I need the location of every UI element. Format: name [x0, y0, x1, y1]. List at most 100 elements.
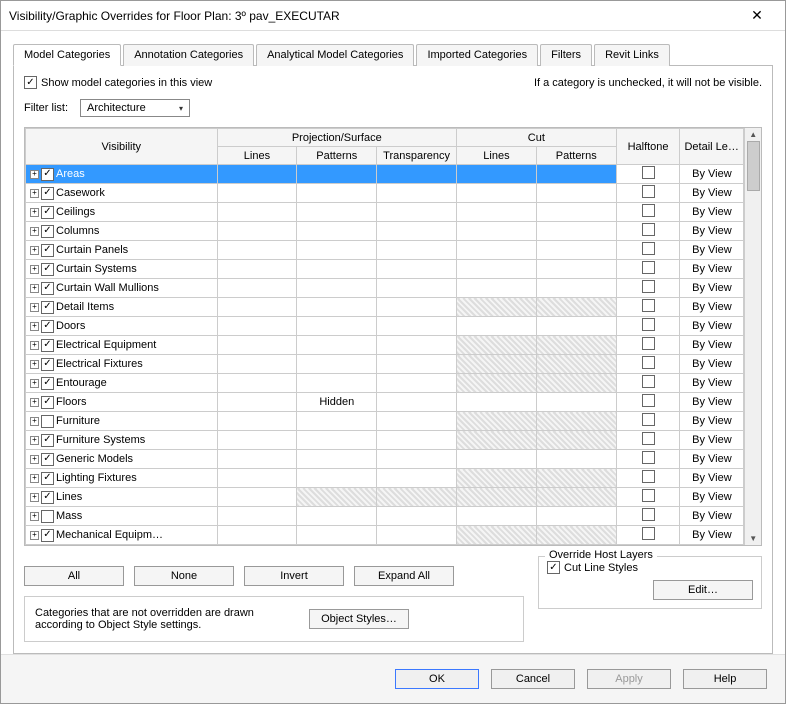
halftone-checkbox[interactable] — [642, 280, 655, 293]
visibility-cell[interactable]: +Furniture — [26, 412, 218, 431]
detail-level-cell[interactable]: By View — [680, 203, 744, 222]
detail-level-cell[interactable]: By View — [680, 450, 744, 469]
visibility-checkbox[interactable] — [41, 491, 54, 504]
transparency-cell[interactable] — [377, 507, 457, 526]
cut-patterns-cell[interactable] — [536, 279, 616, 298]
table-row[interactable]: +ColumnsBy View — [26, 222, 744, 241]
table-row[interactable]: +Curtain Wall MullionsBy View — [26, 279, 744, 298]
table-row[interactable]: +LinesBy View — [26, 488, 744, 507]
cut-lines-cell[interactable] — [457, 165, 537, 184]
proj-lines-cell[interactable] — [217, 393, 297, 412]
cut-lines-cell[interactable] — [457, 507, 537, 526]
table-row[interactable]: +DoorsBy View — [26, 317, 744, 336]
visibility-cell[interactable]: +Electrical Equipment — [26, 336, 218, 355]
cut-lines-cell[interactable] — [457, 222, 537, 241]
transparency-cell[interactable] — [377, 222, 457, 241]
expand-icon[interactable]: + — [30, 474, 39, 483]
proj-patterns-cell[interactable] — [297, 203, 377, 222]
visibility-checkbox[interactable] — [41, 244, 54, 257]
expand-icon[interactable]: + — [30, 398, 39, 407]
transparency-cell[interactable] — [377, 526, 457, 545]
transparency-cell[interactable] — [377, 450, 457, 469]
table-row[interactable]: +EntourageBy View — [26, 374, 744, 393]
proj-patterns-cell[interactable] — [297, 317, 377, 336]
detail-level-cell[interactable]: By View — [680, 488, 744, 507]
table-row[interactable]: +Generic Models By View — [26, 450, 744, 469]
expand-icon[interactable]: + — [30, 341, 39, 350]
proj-lines-cell[interactable] — [217, 279, 297, 298]
transparency-cell[interactable] — [377, 184, 457, 203]
cut-patterns-cell[interactable] — [536, 469, 616, 488]
visibility-checkbox[interactable] — [41, 377, 54, 390]
grid-table[interactable]: Visibility Projection/Surface Cut Halfto… — [25, 128, 744, 545]
table-row[interactable]: +Curtain SystemsBy View — [26, 260, 744, 279]
col-visibility[interactable]: Visibility — [26, 129, 218, 165]
proj-patterns-cell[interactable] — [297, 222, 377, 241]
object-styles-button[interactable]: Object Styles… — [309, 609, 409, 629]
halftone-checkbox[interactable] — [642, 223, 655, 236]
proj-lines-cell[interactable] — [217, 203, 297, 222]
visibility-cell[interactable]: +Columns — [26, 222, 218, 241]
halftone-checkbox[interactable] — [642, 242, 655, 255]
help-button[interactable]: Help — [683, 669, 767, 689]
cut-patterns-cell[interactable] — [536, 526, 616, 545]
proj-patterns-cell[interactable] — [297, 355, 377, 374]
visibility-checkbox[interactable] — [41, 282, 54, 295]
scrollbar-thumb[interactable] — [747, 141, 760, 191]
invert-button[interactable]: Invert — [244, 566, 344, 586]
table-row[interactable]: +Mechanical Equipm…By View — [26, 526, 744, 545]
cut-lines-cell[interactable] — [457, 526, 537, 545]
expand-icon[interactable]: + — [30, 170, 39, 179]
visibility-checkbox[interactable] — [41, 453, 54, 466]
cut-lines-cell[interactable] — [457, 260, 537, 279]
table-row[interactable]: +Curtain PanelsBy View — [26, 241, 744, 260]
detail-level-cell[interactable]: By View — [680, 336, 744, 355]
detail-level-cell[interactable]: By View — [680, 393, 744, 412]
expand-icon[interactable]: + — [30, 512, 39, 521]
col-proj-lines[interactable]: Lines — [217, 147, 297, 165]
table-row[interactable]: +Detail ItemsBy View — [26, 298, 744, 317]
visibility-cell[interactable]: +Mechanical Equipm… — [26, 526, 218, 545]
halftone-cell[interactable] — [616, 450, 680, 469]
proj-patterns-cell[interactable] — [297, 488, 377, 507]
proj-patterns-cell[interactable] — [297, 412, 377, 431]
visibility-cell[interactable]: +Entourage — [26, 374, 218, 393]
table-row[interactable]: +CaseworkBy View — [26, 184, 744, 203]
proj-patterns-cell[interactable] — [297, 507, 377, 526]
detail-level-cell[interactable]: By View — [680, 355, 744, 374]
transparency-cell[interactable] — [377, 260, 457, 279]
expand-icon[interactable]: + — [30, 531, 39, 540]
visibility-checkbox[interactable] — [41, 434, 54, 447]
table-row[interactable]: +Lighting FixturesBy View — [26, 469, 744, 488]
halftone-checkbox[interactable] — [642, 261, 655, 274]
expand-icon[interactable]: + — [30, 303, 39, 312]
cancel-button[interactable]: Cancel — [491, 669, 575, 689]
proj-lines-cell[interactable] — [217, 336, 297, 355]
cut-patterns-cell[interactable] — [536, 336, 616, 355]
detail-level-cell[interactable]: By View — [680, 431, 744, 450]
visibility-cell[interactable]: +Curtain Systems — [26, 260, 218, 279]
col-cut[interactable]: Cut — [457, 129, 617, 147]
proj-patterns-cell[interactable] — [297, 336, 377, 355]
col-projection-surface[interactable]: Projection/Surface — [217, 129, 456, 147]
halftone-checkbox[interactable] — [642, 337, 655, 350]
halftone-checkbox[interactable] — [642, 489, 655, 502]
expand-icon[interactable]: + — [30, 379, 39, 388]
halftone-checkbox[interactable] — [642, 375, 655, 388]
visibility-checkbox[interactable] — [41, 415, 54, 428]
visibility-cell[interactable]: +Areas — [26, 165, 218, 184]
visibility-cell[interactable]: +Curtain Panels — [26, 241, 218, 260]
halftone-cell[interactable] — [616, 317, 680, 336]
col-cut-patterns[interactable]: Patterns — [536, 147, 616, 165]
expand-icon[interactable]: + — [30, 227, 39, 236]
halftone-checkbox[interactable] — [642, 432, 655, 445]
cut-lines-cell[interactable] — [457, 431, 537, 450]
proj-patterns-cell[interactable] — [297, 469, 377, 488]
expand-icon[interactable]: + — [30, 493, 39, 502]
visibility-checkbox[interactable] — [41, 472, 54, 485]
transparency-cell[interactable] — [377, 393, 457, 412]
visibility-checkbox[interactable] — [41, 320, 54, 333]
visibility-cell[interactable]: +Generic Models — [26, 450, 218, 469]
expand-icon[interactable]: + — [30, 265, 39, 274]
proj-lines-cell[interactable] — [217, 165, 297, 184]
